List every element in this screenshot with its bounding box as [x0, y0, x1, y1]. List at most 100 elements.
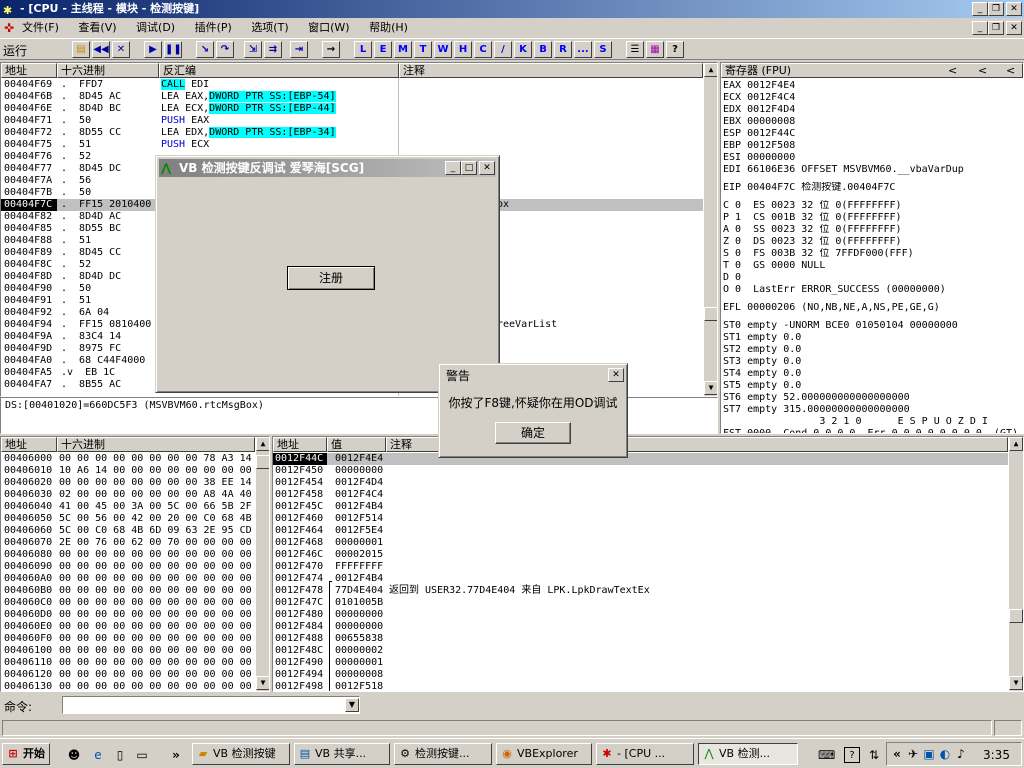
register-line[interactable]: ESP 0012F44C — [723, 128, 1023, 140]
disasm-address[interactable]: 00404F7B — [1, 187, 57, 199]
trace-into-icon[interactable]: ⇲ — [244, 41, 262, 58]
dump-hex[interactable]: 00 00 00 00 00 00 00 00 00 00 00 — [59, 621, 252, 633]
register-line[interactable]: ST6 empty 52.000000000000000000 — [723, 392, 1023, 404]
keyboard-icon[interactable]: ⌨ — [818, 747, 835, 763]
stack-value[interactable]: 00000000 — [335, 609, 383, 621]
task-vb-shared[interactable]: ▤ VB 共享... — [294, 743, 390, 765]
register-line[interactable]: ST2 empty 0.0 — [723, 344, 1023, 356]
vb-close-button[interactable]: ✕ — [479, 161, 495, 175]
alert-ok-button[interactable]: 确定 — [495, 422, 571, 444]
disasm-hex[interactable]: . 8D4D AC — [61, 211, 159, 223]
dump-address[interactable]: 00406020 — [4, 477, 52, 489]
stack-address[interactable]: 0012F468 — [275, 537, 323, 549]
disasm-address[interactable]: 00404FA5 — [1, 367, 57, 379]
stack-address[interactable]: 0012F480 — [275, 609, 323, 621]
dump-hex[interactable]: 00 00 00 00 00 00 00 00 00 00 00 — [59, 573, 252, 585]
dump-scroll-down-icon[interactable]: ▼ — [256, 676, 269, 690]
disasm-hex[interactable]: . FFD7 — [61, 79, 159, 91]
disasm-hex[interactable]: . 8D55 BC — [61, 223, 159, 235]
register-line[interactable]: A 0 SS 0023 32 位 0(FFFFFFFF) — [723, 224, 1023, 236]
disasm-address[interactable]: 00404F72 — [1, 127, 57, 139]
disasm-address[interactable]: 00404F92 — [1, 307, 57, 319]
tray-network-icon[interactable]: ✈ — [905, 746, 921, 762]
close-program-icon[interactable]: ✕ — [112, 41, 130, 58]
disasm-hex[interactable]: . 83C4 14 — [61, 331, 159, 343]
registers-header[interactable]: 寄存器 (FPU) < < < — [721, 63, 1023, 78]
disasm-hex[interactable]: . FF15 0810400 — [61, 319, 159, 331]
dump-address[interactable]: 004060B0 — [4, 585, 52, 597]
stack-scroll-down-icon[interactable]: ▼ — [1009, 676, 1023, 690]
stack-value[interactable]: 0012F5E4 — [335, 525, 383, 537]
register-line[interactable]: EDX 0012F4D4 — [723, 104, 1023, 116]
dump-hex[interactable]: 00 00 00 00 00 00 00 00 00 00 00 — [59, 669, 252, 681]
stack-address[interactable]: 0012F450 — [275, 465, 323, 477]
ime-icon[interactable]: ⇅ — [866, 747, 882, 763]
command-input[interactable]: ▼ — [62, 696, 360, 714]
dump-header-address[interactable]: 地址 — [1, 437, 57, 452]
disasm-hex[interactable]: . 68 C44F4000 — [61, 355, 159, 367]
dump-hex[interactable]: 00 00 00 00 00 00 00 00 00 00 00 — [59, 561, 252, 573]
task-vb-detect-keys[interactable]: ▰ VB 检测按键 — [192, 743, 290, 765]
disasm-hex[interactable]: . 52 — [61, 151, 159, 163]
disasm-header-comment[interactable]: 注释 — [399, 63, 703, 78]
menu-file[interactable]: 文件(F) — [22, 21, 59, 34]
stack-address[interactable]: 0012F470 — [275, 561, 323, 573]
stack-header-value[interactable]: 值 — [327, 437, 386, 452]
register-line[interactable]: ST4 empty 0.0 — [723, 368, 1023, 380]
stack-address[interactable]: 0012F47C — [275, 597, 323, 609]
stack-value[interactable]: FFFFFFFF — [335, 561, 383, 573]
child-restore-button[interactable]: ❐ — [988, 21, 1004, 35]
stack-address[interactable]: 0012F498 — [275, 681, 323, 691]
tray-shield-icon[interactable]: ◐ — [937, 746, 953, 762]
register-line[interactable]: EFL 00000206 (NO,NB,NE,A,NS,PE,GE,G) — [723, 302, 1023, 314]
register-line[interactable]: EDI 66106E36 OFFSET MSVBVM60.__vbaVarDup — [723, 164, 1023, 176]
disasm-address[interactable]: 00404F6E — [1, 103, 57, 115]
dump-address[interactable]: 004060C0 — [4, 597, 52, 609]
stack-value[interactable]: 00655838 — [335, 633, 383, 645]
dump-hex[interactable]: 00 00 00 00 00 00 00 00 00 00 00 — [59, 633, 252, 645]
disasm-hex[interactable]: . 51 — [61, 139, 159, 151]
go-to-icon[interactable]: → — [322, 41, 340, 58]
dump-hex[interactable]: 10 A6 14 00 00 00 00 00 00 00 00 — [59, 465, 252, 477]
disasm-instruction[interactable]: PUSH EAX — [161, 115, 209, 127]
disasm-address[interactable]: 00404F82 — [1, 211, 57, 223]
task-cpu-window[interactable]: ✱ - [CPU ... — [596, 743, 694, 765]
register-line[interactable]: ST7 empty 315.00000000000000000 — [723, 404, 1023, 416]
stack-address[interactable]: 0012F44C — [273, 453, 327, 465]
start-button[interactable]: ⊞ 开始 — [2, 743, 50, 765]
vb-anti-debug-window[interactable]: ⋀ VB 检测按键反调试 爱琴海[SCG] _ □ ✕ 注册 — [155, 155, 500, 393]
disasm-hex[interactable]: . 51 — [61, 295, 159, 307]
register-line[interactable]: 3 2 1 0 E S P U O Z D I — [723, 416, 1023, 428]
dump-hex[interactable]: 00 00 00 00 00 00 00 00 00 00 00 — [59, 681, 252, 691]
registers-prev-icon[interactable]: < — [948, 64, 957, 77]
toolbar-call-stack-button[interactable]: K — [514, 41, 532, 58]
dump-header-hex[interactable]: 十六进制 — [57, 437, 255, 452]
dump-scroll-thumb[interactable] — [256, 455, 269, 469]
step-into-icon[interactable]: ↘ — [196, 41, 214, 58]
register-line[interactable]: T 0 GS 0000 NULL — [723, 260, 1023, 272]
disasm-address[interactable]: 00404FA7 — [1, 379, 57, 391]
stack-value[interactable]: 0012F4B4 — [335, 501, 383, 513]
stack-value[interactable]: 0012F4E4 — [335, 453, 383, 465]
disasm-hex[interactable]: . 8D45 CC — [61, 247, 159, 259]
disasm-instruction[interactable]: LEA EAX,DWORD PTR SS:[EBP-54] — [161, 91, 336, 103]
stack-address[interactable]: 0012F490 — [275, 657, 323, 669]
task-vb-detect-active[interactable]: ⋀ VB 检测... — [698, 743, 798, 765]
stack-scroll-thumb[interactable] — [1009, 609, 1023, 623]
dump-hex[interactable]: 00 00 00 00 00 00 00 00 00 00 00 — [59, 597, 252, 609]
register-line[interactable]: P 1 CS 001B 32 位 0(FFFFFFFF) — [723, 212, 1023, 224]
stack-address[interactable]: 0012F46C — [275, 549, 323, 561]
restore-button[interactable]: ❐ — [988, 2, 1004, 16]
registers-next-icon[interactable]: < — [1006, 64, 1015, 77]
dump-address[interactable]: 004060F0 — [4, 633, 52, 645]
register-line[interactable]: O 0 LastErr ERROR_SUCCESS (00000000) — [723, 284, 1023, 296]
stack-pane[interactable]: 地址 值 注释 0012F44C 0012F4E4 0012F450 00000000… — [272, 436, 1024, 692]
disasm-hex[interactable]: . 50 — [61, 283, 159, 295]
vb-minimize-button[interactable]: _ — [445, 161, 461, 175]
dump-scroll-up-icon[interactable]: ▲ — [256, 437, 269, 451]
dump-scrollbar[interactable]: ▲ ▼ — [255, 437, 269, 691]
scroll-down-arrow-icon[interactable]: ▼ — [704, 381, 717, 395]
disasm-hex[interactable]: . 50 — [61, 187, 159, 199]
toolbar-executable-modules-button[interactable]: E — [374, 41, 392, 58]
toolbar-patches-button[interactable]: / — [494, 41, 512, 58]
